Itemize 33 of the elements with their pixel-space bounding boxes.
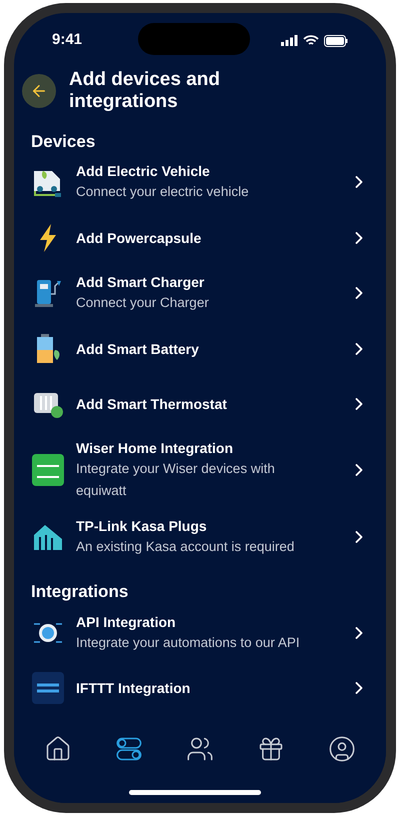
section-heading: Devices	[31, 130, 96, 152]
item-subtitle: Integrate your Wiser devices with equiwatt	[76, 460, 276, 500]
battery-status-icon	[324, 34, 348, 46]
list-item[interactable]: API Integration Integrate your automations to our API	[31, 604, 369, 660]
app-logo-icon	[31, 453, 65, 487]
signal-icon	[281, 35, 298, 46]
page-title: Add devices and integrations	[69, 68, 221, 112]
logo-icon	[31, 671, 65, 705]
list-item[interactable]: Add Electric Vehicle Connect your electric vehicle	[31, 154, 369, 210]
list-item[interactable]: Wiser Home Integration Integrate your Wiser devices with equiwatt	[31, 431, 369, 509]
item-subtitle: An existing Kasa account is required	[76, 538, 296, 556]
back-button[interactable]	[22, 74, 56, 108]
item-title: Add Electric Vehicle	[76, 162, 211, 181]
item-title: IFTTT Integration	[76, 679, 192, 698]
list-item[interactable]: Add Smart Thermostat	[31, 376, 369, 431]
item-subtitle: Integrate your automations to our API	[76, 634, 301, 652]
list-item[interactable]: Add Powercapsule	[31, 210, 369, 265]
list-item[interactable]: Add Smart Charger Connect your Charger	[31, 265, 369, 321]
item-title: Add Smart Battery	[76, 340, 200, 358]
section-heading: Integrations	[31, 581, 130, 603]
list-item[interactable]: IFTTT Integration	[31, 660, 369, 716]
item-title: Add Smart Charger	[76, 273, 206, 292]
item-subtitle: Connect your Charger	[76, 294, 210, 312]
item-title: TP-Link Kasa Plugs	[76, 517, 208, 536]
list-item[interactable]: Add Smart Battery	[31, 321, 369, 376]
list-item[interactable]: TP-Link Kasa Plugs An existing Kasa account is required	[31, 509, 369, 565]
item-title: API Integration	[76, 612, 177, 632]
item-title: Add Powercapsule	[76, 228, 202, 248]
item-subtitle: Connect your electric vehicle	[76, 183, 250, 201]
item-title: Wiser Home Integration	[76, 439, 234, 458]
wifi-icon	[303, 34, 319, 46]
status-time: 9:41	[52, 30, 82, 50]
item-title: Add Smart Thermostat	[76, 394, 228, 414]
